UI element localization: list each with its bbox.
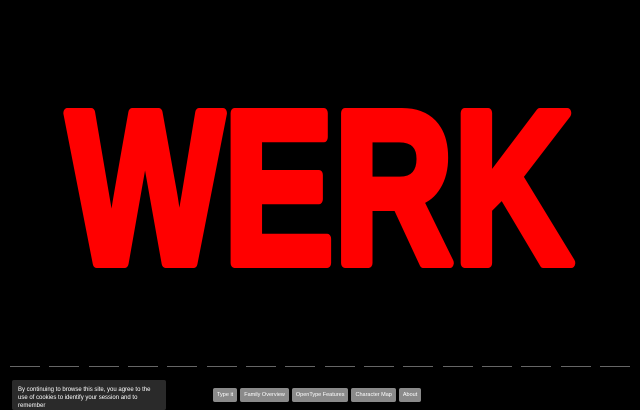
hero-word: WERK	[67, 67, 573, 310]
hero-word-graphic: WERK	[62, 62, 578, 315]
divider-dashes	[10, 366, 630, 368]
cookie-notice[interactable]: By continuing to browse this site, you a…	[12, 380, 166, 410]
cookie-notice-text: By continuing to browse this site, you a…	[18, 387, 151, 409]
hero-specimen: WERK	[0, 0, 640, 360]
